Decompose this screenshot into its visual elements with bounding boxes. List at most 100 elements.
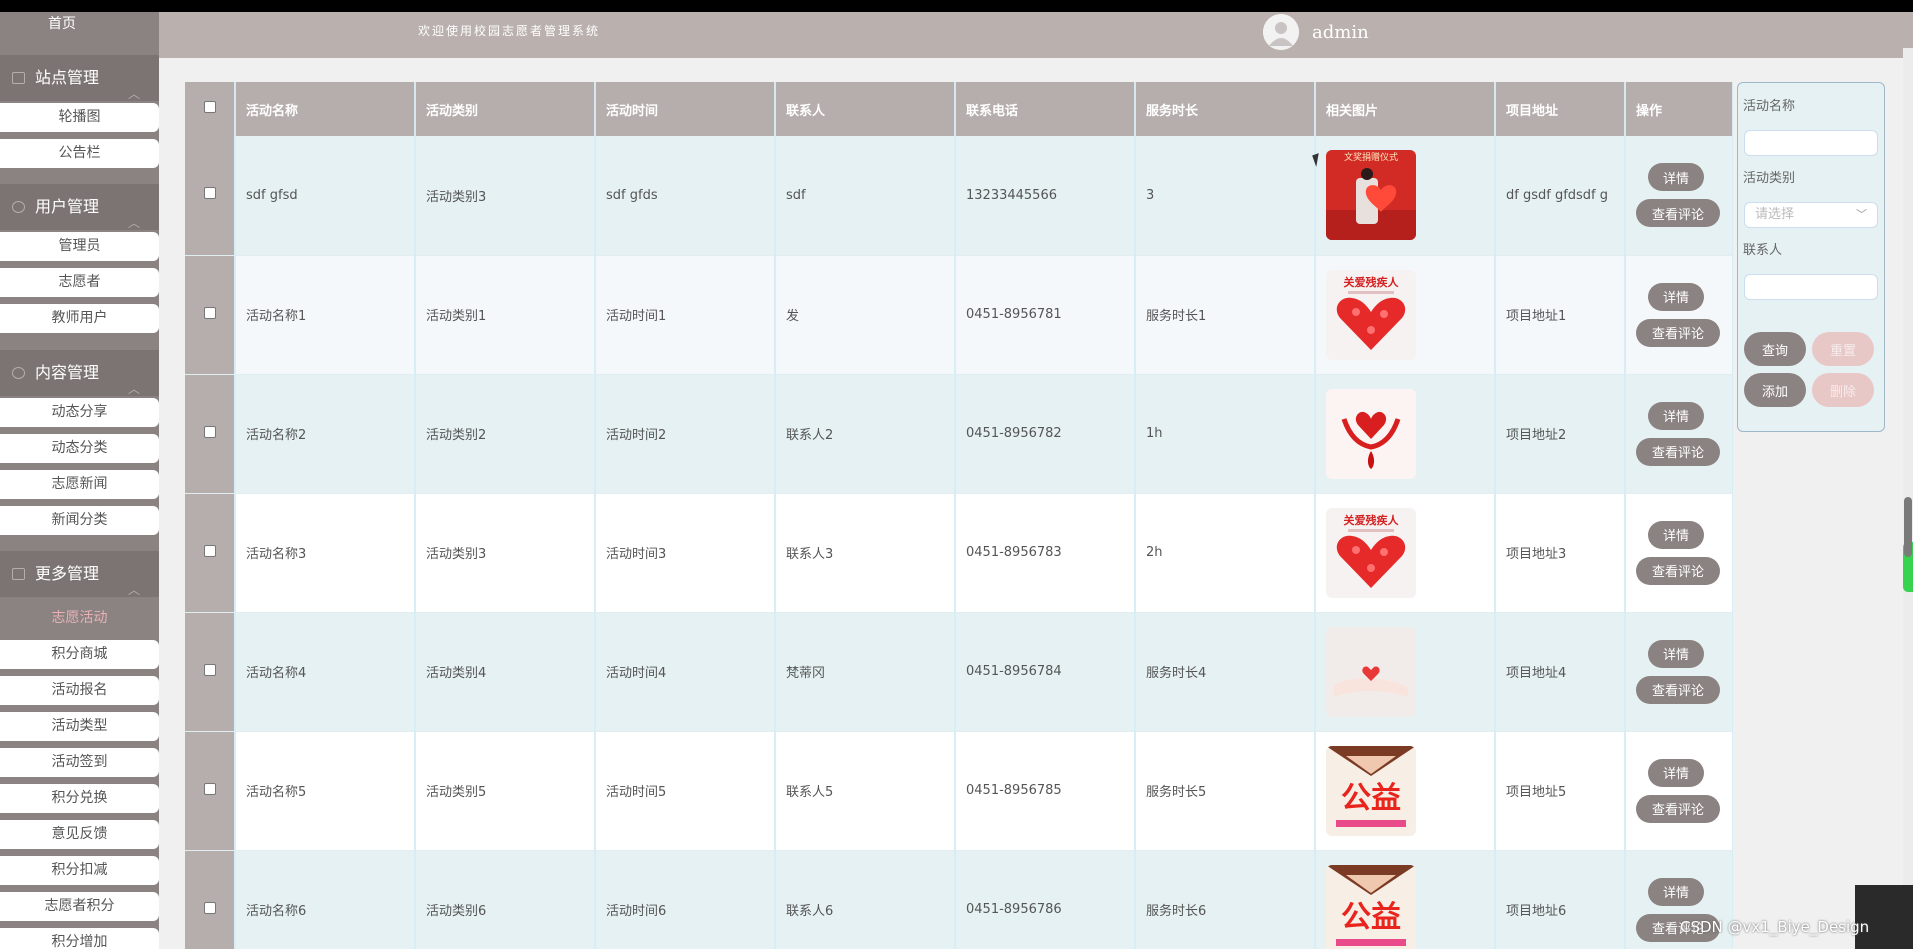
sidebar-item-carousel[interactable]: 轮播图 <box>0 103 159 132</box>
sidebar-item-registration[interactable]: 活动报名 <box>0 676 159 705</box>
cell-phone: 0451-8956781 <box>955 255 1136 375</box>
sidebar-item-dynamic-share[interactable]: 动态分享 <box>0 398 159 427</box>
cell-phone: 0451-8956783 <box>955 493 1136 613</box>
welcome-text: 欢迎使用校园志愿者管理系统 <box>418 24 601 38</box>
delete-button[interactable]: 删除 <box>1812 373 1874 407</box>
scrollbar-thumb[interactable] <box>1904 497 1912 557</box>
column-header: 操作 <box>1625 82 1733 136</box>
view-comments-button[interactable]: 查看评论 <box>1636 199 1720 228</box>
row-checkbox[interactable] <box>203 306 216 319</box>
cell-time: 活动时间4 <box>595 612 776 732</box>
sidebar-item-volunteer-activity[interactable]: 志愿活动 <box>0 604 159 633</box>
user-icon <box>12 201 25 213</box>
sidebar-item-points-deduct[interactable]: 积分扣减 <box>0 856 159 885</box>
table-row: 活动名称6 活动类别6 活动时间6 联系人6 0451-8956786 服务时长6 公益 项目… <box>185 850 1733 949</box>
cell-contact: sdf <box>775 136 956 256</box>
row-checkbox[interactable] <box>203 663 216 676</box>
detail-button[interactable]: 详情 <box>1648 282 1704 311</box>
cell-phone: 0451-8956784 <box>955 612 1136 732</box>
sidebar-home-link[interactable]: 首页 <box>0 12 124 36</box>
detail-button[interactable]: 详情 <box>1648 401 1704 430</box>
activity-image[interactable] <box>1326 388 1416 479</box>
sidebar-item-volunteer[interactable]: 志愿者 <box>0 268 159 297</box>
select-all-checkbox[interactable] <box>203 101 216 113</box>
sidebar-item-news-category[interactable]: 新闻分类 <box>0 506 159 535</box>
cell-image: 公益 <box>1315 731 1496 851</box>
watermark-text: CSDN @vx1_Biye_Design <box>1680 918 1870 936</box>
search-name-label: 活动名称 <box>1743 99 1796 114</box>
row-checkbox[interactable] <box>203 544 216 557</box>
table-row: 活动名称4 活动类别4 活动时间4 梵蒂冈 0451-8956784 服务时长4 项目地址4… <box>185 612 1733 732</box>
activity-image[interactable]: 文奖捐赠仪式 <box>1326 150 1416 241</box>
cell-address: 项目地址3 <box>1495 493 1626 613</box>
view-comments-button[interactable]: 查看评论 <box>1636 318 1720 347</box>
cell-actions: 详情 查看评论 <box>1625 612 1733 732</box>
activity-image[interactable]: 关爱残疾人 <box>1326 507 1416 598</box>
detail-button[interactable]: 详情 <box>1648 520 1704 549</box>
cell-duration: 服务时长6 <box>1135 850 1316 949</box>
sidebar-item-points-add[interactable]: 积分增加 <box>0 928 159 949</box>
activity-image[interactable]: 关爱残疾人 <box>1326 269 1416 360</box>
cell-name: sdf gfsd <box>235 136 416 256</box>
row-select-cell <box>185 493 236 613</box>
search-category-select[interactable]: 请选择 ﹀ <box>1744 202 1878 228</box>
sidebar-group-label: 更多管理 <box>35 564 100 583</box>
column-header: 相关图片 <box>1315 82 1496 136</box>
cell-time: 活动时间5 <box>595 731 776 851</box>
cell-address: 项目地址6 <box>1495 850 1626 949</box>
sidebar-item-news[interactable]: 志愿新闻 <box>0 470 159 499</box>
activity-image[interactable] <box>1326 626 1416 717</box>
sidebar-group-more[interactable]: 更多管理 ︿ <box>0 551 159 597</box>
detail-button[interactable]: 详情 <box>1648 758 1704 787</box>
username-label[interactable]: admin <box>1312 22 1369 43</box>
column-header: 活动名称 <box>235 82 416 136</box>
sidebar-group-site[interactable]: 站点管理 ︿ <box>0 55 159 101</box>
detail-button[interactable]: 详情 <box>1648 163 1704 192</box>
row-select-cell <box>185 374 236 494</box>
search-name-input[interactable] <box>1744 130 1878 156</box>
search-contact-input[interactable] <box>1744 274 1878 300</box>
table-header-row: 活动名称 活动类别 活动时间 联系人 联系电话 服务时长 相关图片 项目地址 操… <box>185 82 1733 136</box>
activity-table: 活动名称 活动类别 活动时间 联系人 联系电话 服务时长 相关图片 项目地址 操… <box>185 82 1733 949</box>
sidebar-item-volunteer-points[interactable]: 志愿者积分 <box>0 892 159 921</box>
sidebar-item-notice[interactable]: 公告栏 <box>0 139 159 168</box>
cell-category: 活动类别1 <box>415 255 596 375</box>
cell-address: 项目地址2 <box>1495 374 1626 494</box>
view-comments-button[interactable]: 查看评论 <box>1636 556 1720 585</box>
search-panel: 活动名称 活动类别 请选择 ﹀ 联系人 查询 重置 添加 删除 <box>1737 82 1885 432</box>
search-category-label: 活动类别 <box>1743 171 1796 186</box>
cell-name: 活动名称6 <box>235 850 416 949</box>
view-comments-button[interactable]: 查看评论 <box>1636 675 1720 704</box>
activity-image[interactable]: 公益 <box>1326 864 1416 949</box>
row-checkbox[interactable] <box>203 901 216 914</box>
cell-category: 活动类别2 <box>415 374 596 494</box>
view-comments-button[interactable]: 查看评论 <box>1636 794 1720 823</box>
row-checkbox[interactable] <box>203 782 216 795</box>
sidebar-group-label: 站点管理 <box>35 68 100 87</box>
detail-button[interactable]: 详情 <box>1648 639 1704 668</box>
sidebar-item-teacher[interactable]: 教师用户 <box>0 304 159 333</box>
cell-time: 活动时间6 <box>595 850 776 949</box>
cell-duration: 服务时长4 <box>1135 612 1316 732</box>
sidebar-item-admin[interactable]: 管理员 <box>0 232 159 261</box>
sidebar-item-feedback[interactable]: 意见反馈 <box>0 820 159 849</box>
sidebar-item-dynamic-category[interactable]: 动态分类 <box>0 434 159 463</box>
view-comments-button[interactable]: 查看评论 <box>1636 437 1720 466</box>
sidebar-item-points-exchange[interactable]: 积分兑换 <box>0 784 159 813</box>
sidebar-group-users[interactable]: 用户管理 ︿ <box>0 184 159 230</box>
row-checkbox[interactable] <box>203 425 216 438</box>
add-button[interactable]: 添加 <box>1744 373 1806 407</box>
column-header: 活动时间 <box>595 82 776 136</box>
row-checkbox[interactable] <box>203 187 216 200</box>
sidebar-item-checkin[interactable]: 活动签到 <box>0 748 159 777</box>
activity-image[interactable]: 公益 <box>1326 745 1416 836</box>
sidebar-item-activity-type[interactable]: 活动类型 <box>0 712 159 741</box>
query-button[interactable]: 查询 <box>1744 332 1806 366</box>
sidebar-item-points-mall[interactable]: 积分商城 <box>0 640 159 669</box>
reset-button[interactable]: 重置 <box>1812 332 1874 366</box>
cell-duration: 服务时长5 <box>1135 731 1316 851</box>
sidebar-group-content[interactable]: 内容管理 ︿ <box>0 350 159 396</box>
detail-button[interactable]: 详情 <box>1648 877 1704 906</box>
cell-time: sdf gfds <box>595 136 776 256</box>
avatar[interactable] <box>1263 14 1299 50</box>
